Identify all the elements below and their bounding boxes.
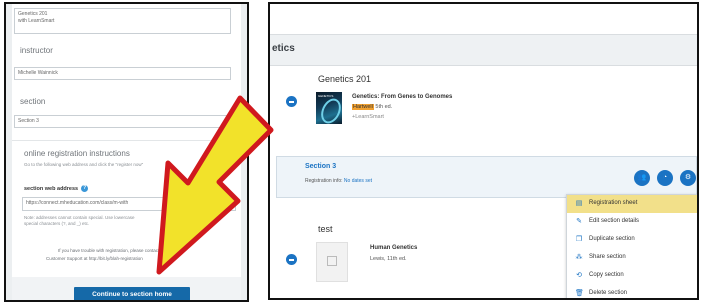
- course-title-2[interactable]: test: [318, 224, 333, 234]
- duplicate-icon: ❐: [575, 236, 583, 243]
- book-title: Genetics: From Genes to Genomes: [352, 94, 453, 100]
- course-name-line2: with LearnSmart: [18, 18, 55, 24]
- section-web-address-value: https://connect.mheducation.com/class/m-…: [26, 200, 129, 206]
- course-name-field[interactable]: Genetics 201 with LearnSmart: [14, 8, 231, 34]
- menu-item-label: Delete section: [589, 290, 628, 296]
- instructor-label: instructor: [20, 46, 53, 55]
- section-link[interactable]: Section 3: [305, 163, 336, 170]
- menu-item-delete-section[interactable]: 🗑 Delete section: [567, 285, 697, 298]
- menu-item-duplicate-section[interactable]: ❐ Duplicate section: [567, 231, 697, 249]
- book-addon: +LearnSmart: [352, 114, 384, 120]
- info-icon[interactable]: ?: [81, 185, 89, 192]
- cover-title: GENETICS: [318, 94, 334, 98]
- menu-item-label: Duplicate section: [589, 236, 635, 242]
- section-web-address-field[interactable]: https://connect.mheducation.com/class/m-…: [22, 197, 236, 211]
- copy-icon: ⟲: [576, 272, 582, 279]
- book-cover-image: GENETICS: [316, 92, 345, 127]
- registration-info: Registration info: No dates set: [305, 178, 372, 184]
- menu-item-edit-section-details[interactable]: ✎ Edit section details: [567, 213, 697, 231]
- online-registration-description: Go to the following web address and clic…: [24, 162, 144, 167]
- page-title: etics: [272, 43, 295, 54]
- section-web-address-label: section web address?: [24, 185, 89, 192]
- online-registration-heading: online registration instructions: [24, 149, 130, 158]
- course-name-line1: Genetics 201: [18, 11, 48, 17]
- pie-chart-icon: ◔: [662, 174, 668, 181]
- pencil-icon: ✎: [576, 218, 582, 225]
- book-author-edition: Hartwell 5th ed.: [352, 104, 392, 110]
- continue-to-section-home-button[interactable]: Continue to section home: [74, 287, 190, 300]
- course-title[interactable]: Genetics 201: [318, 74, 371, 84]
- book-title-2: Human Genetics: [370, 245, 418, 251]
- registration-details-panel: Genetics 201 with LearnSmart instructor …: [4, 2, 249, 302]
- menu-item-label: Edit section details: [589, 218, 640, 224]
- page-header: etics: [270, 34, 697, 66]
- gear-icon: ⚙: [684, 174, 692, 181]
- menu-item-share-section[interactable]: ⁂ Share section: [567, 249, 697, 267]
- top-bar: [270, 4, 697, 34]
- students-button[interactable]: 👥: [634, 170, 650, 186]
- image-placeholder-icon: [316, 242, 348, 282]
- reports-button[interactable]: ◔: [657, 170, 673, 186]
- share-icon: ⁂: [575, 254, 583, 261]
- section-field[interactable]: Section 3: [14, 115, 231, 128]
- section-label: section: [20, 97, 46, 106]
- help-line1: If you have trouble with registration, p…: [58, 248, 160, 253]
- registration-sheet-icon: ▤: [575, 200, 583, 207]
- menu-item-label: Share section: [589, 254, 626, 260]
- book-author: Hartwell: [352, 104, 374, 110]
- book-edition: 5th ed.: [375, 104, 393, 110]
- section-value: Section 3: [18, 118, 39, 124]
- book-author-edition-2: Lewis, 11th ed.: [370, 256, 407, 262]
- divider: [12, 140, 241, 141]
- trash-icon: 🗑: [575, 290, 584, 297]
- instructor-value: Michelle Wainnick: [18, 70, 58, 76]
- instructor-field[interactable]: Michelle Wainnick: [14, 67, 231, 80]
- users-icon: 👥: [637, 174, 647, 181]
- settings-button[interactable]: ⚙: [680, 170, 696, 186]
- registration-dates-link[interactable]: No dates set: [344, 178, 372, 184]
- collapse-course-button-2[interactable]: [286, 254, 297, 265]
- help-line2[interactable]: Customer Support at http://bit.ly/blah-r…: [46, 256, 143, 262]
- dna-helix-icon: [317, 95, 345, 127]
- fine-print-line2: special characters (?, and _) etc.: [24, 221, 90, 226]
- course-sections-panel: etics Genetics 201 GENETICS Genetics: Fr…: [268, 2, 699, 300]
- menu-item-label: Registration sheet: [589, 200, 638, 206]
- menu-item-registration-sheet[interactable]: ▤ Registration sheet: [567, 195, 697, 213]
- collapse-course-button[interactable]: [286, 96, 297, 107]
- section-actions-menu: ▤ Registration sheet ✎ Edit section details…: [566, 194, 697, 298]
- section-web-address-text: section web address: [24, 185, 79, 192]
- menu-item-label: Copy section: [589, 272, 624, 278]
- registration-info-label: Registration info:: [305, 178, 343, 184]
- menu-item-copy-section[interactable]: ⟲ Copy section: [567, 267, 697, 285]
